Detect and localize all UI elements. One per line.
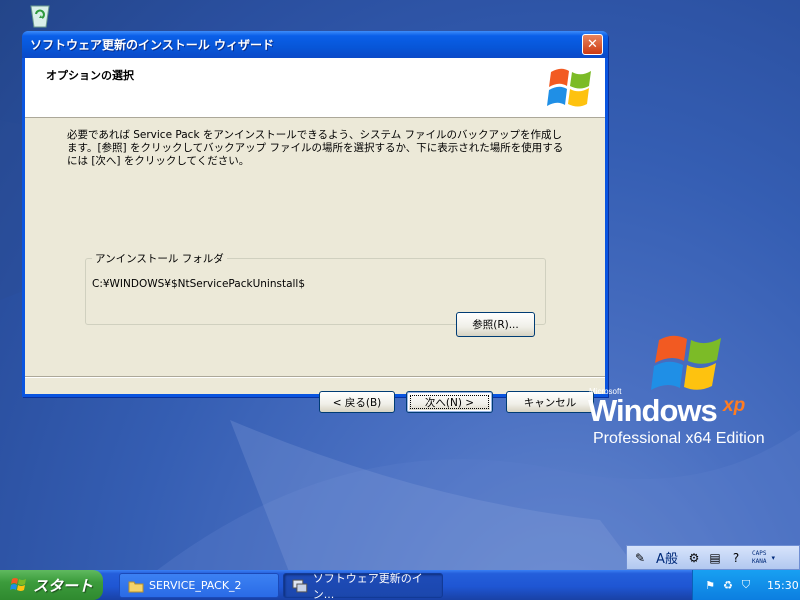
browse-button[interactable]: 参照(R)... (456, 312, 535, 337)
taskbar-button-service-pack[interactable]: SERVICE_PACK_2 (119, 573, 279, 598)
window-titlebar[interactable]: ソフトウェア更新のインストール ウィザード ✕ (22, 31, 608, 58)
recycle-bin-icon[interactable] (26, 2, 54, 28)
setup-wizard-window: ソフトウェア更新のインストール ウィザード ✕ オプションの選択 必要であれば … (22, 31, 608, 413)
ime-tools-icon[interactable]: ⚙ (685, 549, 703, 567)
instruction-text: 必要であれば Service Pack をアンインストールできるよう、システム … (67, 129, 564, 167)
cancel-button[interactable]: キャンセル (506, 391, 594, 413)
start-button[interactable]: スタート (0, 570, 103, 600)
language-bar: ✎ A般 ⚙ ▤ ? CAPS KANA ▾ (626, 545, 800, 570)
network-icon[interactable]: ⚑ (703, 578, 717, 592)
kana-label: KANA (752, 557, 767, 565)
window-title: ソフトウェア更新のインストール ウィザード (30, 38, 274, 52)
caps-kana-indicator: CAPS KANA (752, 550, 766, 566)
security-shield-icon[interactable]: ⛉ (739, 578, 753, 592)
back-button[interactable]: < 戻る(B) (319, 391, 395, 413)
update-icon[interactable]: ♻ (721, 578, 735, 592)
folder-path: C:¥WINDOWS¥$NtServicePackUninstall$ (92, 278, 306, 290)
folder-icon (128, 581, 144, 592)
ime-mode-indicator[interactable]: A般 (652, 549, 682, 567)
next-button[interactable]: 次へ(N) > (406, 391, 493, 413)
close-button[interactable]: ✕ (582, 34, 603, 55)
start-flag-icon (10, 578, 26, 591)
taskbar: スタート SERVICE_PACK_2 ソフトウェア更新のイン... ⚑ ♻ ⛉… (0, 570, 800, 600)
windows-flag-icon (547, 68, 591, 107)
close-icon: ✕ (587, 37, 598, 52)
ime-pad-icon[interactable]: ✎ (631, 549, 649, 567)
group-label: アンインストール フォルダ (92, 251, 227, 266)
dialog-body: オプションの選択 必要であれば Service Pack をアンインストールでき… (25, 58, 605, 413)
wizard-header: オプションの選択 (25, 58, 605, 118)
brand-edition: Professional x64 Edition (593, 430, 765, 447)
caps-label: CAPS (752, 549, 767, 557)
dictionary-icon[interactable]: ▤ (706, 549, 724, 567)
task-label: SERVICE_PACK_2 (149, 579, 242, 592)
system-tray: ⚑ ♻ ⛉ 15:30 (692, 570, 800, 600)
help-icon[interactable]: ? (727, 549, 745, 567)
start-label: スタート (33, 576, 94, 595)
windows-logo-icon (651, 335, 721, 390)
task-label: ソフトウェア更新のイン... (312, 571, 423, 600)
setup-icon (292, 579, 308, 592)
brand-xp: xp (723, 395, 746, 416)
page-title: オプションの選択 (46, 69, 134, 82)
divider (25, 376, 605, 378)
clock[interactable]: 15:30 (767, 579, 799, 592)
langbar-options-icon[interactable]: ▾ (771, 554, 775, 562)
brand-windows: Windows (588, 393, 718, 428)
taskbar-button-wizard[interactable]: ソフトウェア更新のイン... (283, 571, 443, 600)
